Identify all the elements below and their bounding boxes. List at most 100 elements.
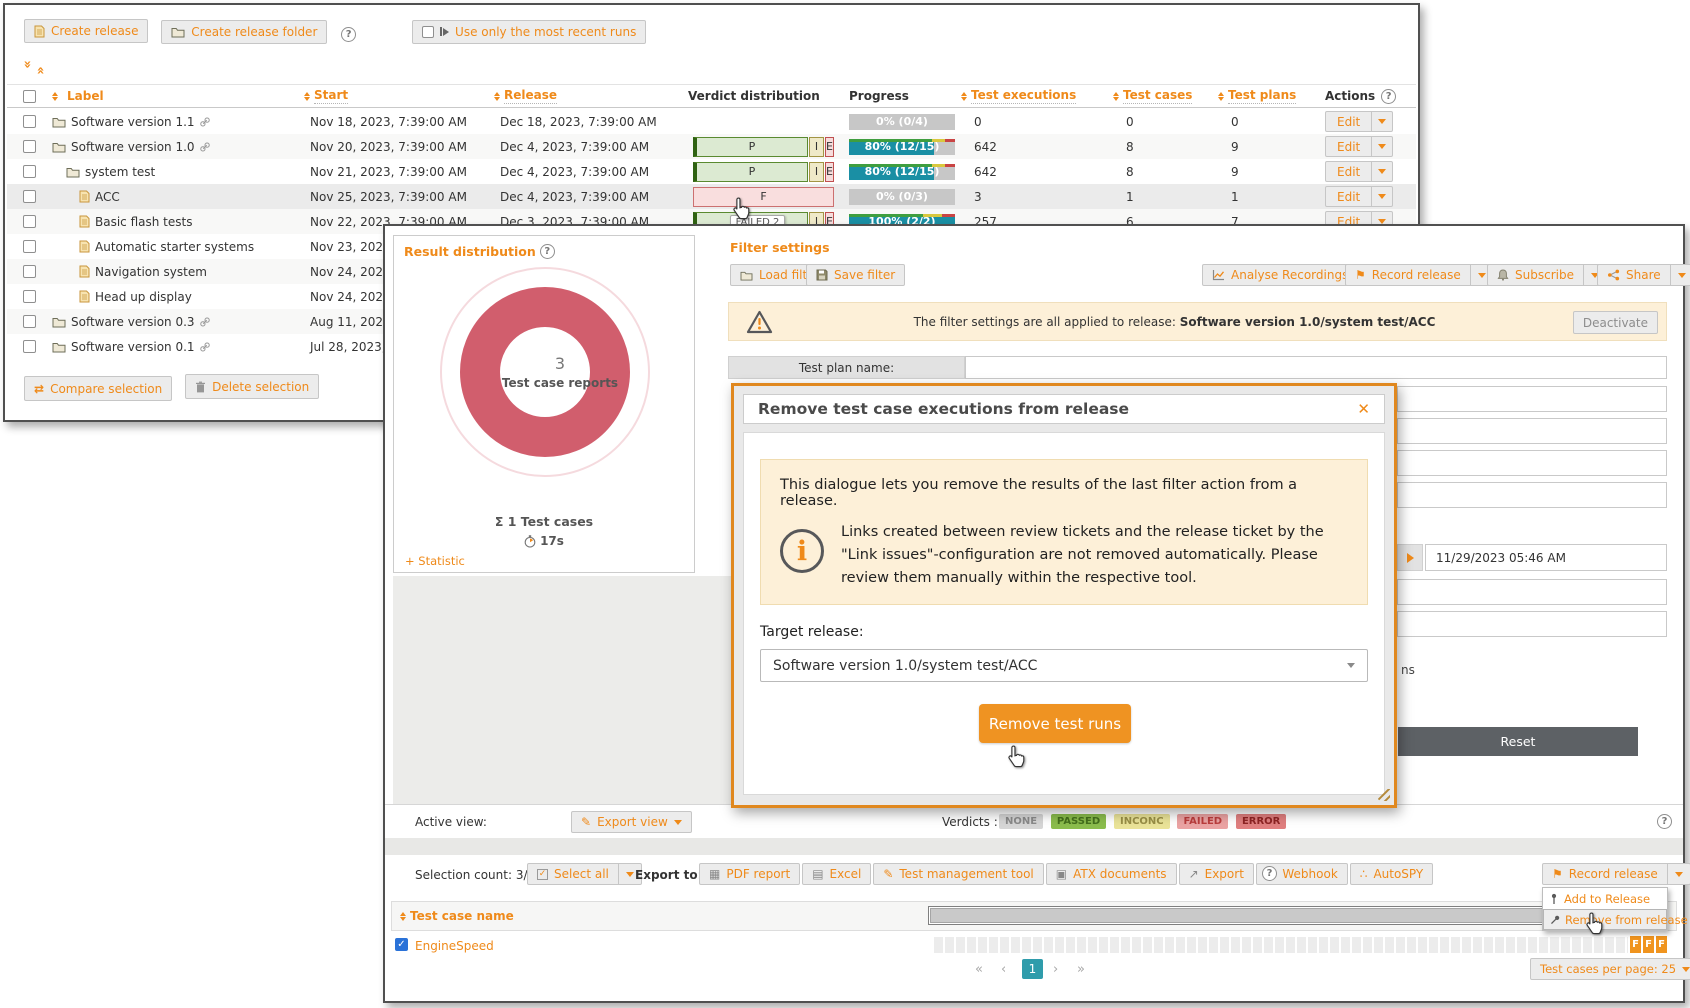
edit-button[interactable]: Edit (1325, 161, 1372, 182)
verdict-bar[interactable]: PIE (693, 162, 834, 182)
menu-item-add-to-release[interactable]: Add to Release (1543, 888, 1667, 909)
help-icon[interactable]: ? (1262, 866, 1277, 881)
help-icon[interactable]: ? (1381, 89, 1396, 104)
autospy-button[interactable]: ∴AutoSPY (1350, 863, 1433, 885)
verdict-cell-failed[interactable]: F (1656, 936, 1667, 953)
close-icon[interactable]: ✕ (1357, 400, 1370, 418)
edit-dropdown-button[interactable] (1372, 136, 1393, 157)
test-case-name[interactable]: EngineSpeed (415, 939, 494, 953)
export-view-button[interactable]: ✎Export view (571, 811, 692, 833)
release-label[interactable]: Navigation system (95, 265, 207, 279)
sort-icon[interactable] (961, 92, 967, 101)
release-label[interactable]: Automatic starter systems (95, 240, 254, 254)
release-label[interactable]: system test (85, 165, 155, 179)
pagination-next[interactable]: › (1053, 962, 1058, 977)
verdict-cell-failed[interactable]: F (1643, 936, 1654, 953)
verdict-passed-segment[interactable]: P (693, 137, 808, 157)
export-button[interactable]: ↗Export (1179, 863, 1254, 885)
column-header-release[interactable]: Release (504, 88, 557, 104)
create-release-folder-button[interactable]: Create release folder (161, 20, 327, 44)
edit-split-button[interactable]: Edit (1325, 136, 1393, 157)
reset-button[interactable]: Reset (1398, 727, 1638, 756)
row-checkbox[interactable] (23, 315, 36, 328)
pagination-last[interactable]: » (1077, 962, 1085, 977)
row-checkbox[interactable] (23, 265, 36, 278)
statistic-link[interactable]: + Statistic (405, 554, 465, 568)
verdict-failed-segment[interactable]: F (693, 187, 834, 207)
test-case-row[interactable]: ✓ EngineSpeed F F F (391, 934, 1677, 958)
record-release-button[interactable]: ⚑Record release (1345, 264, 1471, 286)
filter-input[interactable] (1397, 482, 1667, 508)
target-release-select[interactable]: Software version 1.0/system test/ACC (760, 649, 1368, 682)
share-dropdown-button[interactable] (1671, 264, 1690, 286)
release-label[interactable]: Software version 1.1 (71, 115, 195, 129)
filter-input[interactable] (1397, 450, 1667, 476)
verdict-inconclusive-segment[interactable]: I (809, 162, 824, 182)
release-row[interactable]: system test Nov 21, 2023, 7:39:00 AM Dec… (7, 159, 1416, 184)
use-recent-runs-toggle[interactable]: Use only the most recent runs (412, 20, 646, 44)
verdict-cell-failed[interactable]: F (1630, 936, 1641, 953)
deactivate-button[interactable]: Deactivate (1573, 311, 1658, 334)
verdict-bar[interactable]: PIE (693, 137, 834, 157)
record-release-button[interactable]: ⚑Record release (1542, 863, 1668, 885)
analyse-recordings-button[interactable]: Analyse Recordings (1202, 264, 1358, 286)
test-management-tool-button[interactable]: ✎Test management tool (873, 863, 1043, 885)
delete-selection-button[interactable]: Delete selection (185, 374, 319, 399)
expand-all-icon[interactable]: » (20, 60, 35, 74)
subscribe-button[interactable]: Subscribe (1487, 264, 1584, 286)
collapse-all-icon[interactable]: » (34, 60, 49, 74)
create-release-button[interactable]: Create release (24, 19, 148, 43)
row-checkbox[interactable] (23, 115, 36, 128)
donut-chart[interactable]: 3 Test case reports (460, 287, 630, 457)
excel-button[interactable]: ▤Excel (802, 863, 871, 885)
verdict-bar[interactable]: F (693, 187, 834, 207)
row-checkbox[interactable] (23, 165, 36, 178)
release-label[interactable]: Software version 0.3 (71, 315, 195, 329)
select-all-button[interactable]: ✓Select all (527, 863, 619, 885)
sort-icon[interactable] (400, 912, 406, 921)
row-checkbox[interactable] (23, 340, 36, 353)
select-all-rows-checkbox[interactable] (23, 90, 36, 103)
release-label[interactable]: Software version 1.0 (71, 140, 195, 154)
release-row[interactable]: Software version 1.0 Nov 20, 2023, 7:39:… (7, 134, 1416, 159)
edit-dropdown-button[interactable] (1372, 186, 1393, 207)
filter-input[interactable] (1397, 386, 1667, 412)
sort-icon[interactable] (304, 92, 310, 101)
release-label[interactable]: ACC (95, 190, 120, 204)
menu-item-remove-from-release[interactable]: Remove from release (1543, 909, 1667, 930)
sort-icon[interactable] (52, 92, 58, 101)
per-page-button[interactable]: Test cases per page: 25 (1530, 958, 1690, 980)
save-filter-button[interactable]: Save filter (806, 264, 905, 286)
release-label[interactable]: Basic flash tests (95, 215, 192, 229)
column-header-start[interactable]: Start (314, 88, 348, 104)
row-checkbox[interactable] (23, 240, 36, 253)
test-case-checkbox[interactable]: ✓ (395, 938, 408, 951)
datetime-input[interactable]: 11/29/2023 05:46 AM (1425, 544, 1667, 571)
verdict-error-segment[interactable]: E (825, 162, 834, 182)
test-plan-name-input[interactable] (965, 356, 1667, 379)
row-checkbox[interactable] (23, 215, 36, 228)
record-release-dropdown-button[interactable] (1668, 863, 1690, 885)
sort-icon[interactable] (1218, 92, 1224, 101)
test-case-name-header[interactable]: Test case name (410, 909, 514, 923)
use-recent-runs-checkbox[interactable] (422, 26, 434, 38)
column-header-executions[interactable]: Test executions (971, 88, 1076, 104)
release-label[interactable]: Head up display (95, 290, 192, 304)
share-button[interactable]: Share (1597, 264, 1671, 286)
release-row[interactable]: Software version 1.1 Nov 18, 2023, 7:39:… (7, 109, 1416, 134)
column-header-cases[interactable]: Test cases (1123, 88, 1192, 104)
edit-button[interactable]: Edit (1325, 186, 1372, 207)
help-icon[interactable]: ? (540, 244, 555, 259)
row-checkbox[interactable] (23, 290, 36, 303)
row-checkbox[interactable] (23, 190, 36, 203)
edit-button[interactable]: Edit (1325, 111, 1372, 132)
release-row-acc[interactable]: ACC Nov 25, 2023, 7:39:00 AM Dec 4, 2023… (7, 184, 1416, 209)
resize-grip[interactable] (1378, 789, 1390, 801)
sort-icon[interactable] (494, 92, 500, 101)
column-header-plans[interactable]: Test plans (1228, 88, 1296, 104)
edit-dropdown-button[interactable] (1372, 111, 1393, 132)
filter-input[interactable] (1397, 611, 1667, 637)
remove-test-runs-button[interactable]: Remove test runs (979, 704, 1131, 743)
pdf-report-button[interactable]: ▦PDF report (699, 863, 800, 885)
filter-input[interactable] (1397, 579, 1667, 605)
